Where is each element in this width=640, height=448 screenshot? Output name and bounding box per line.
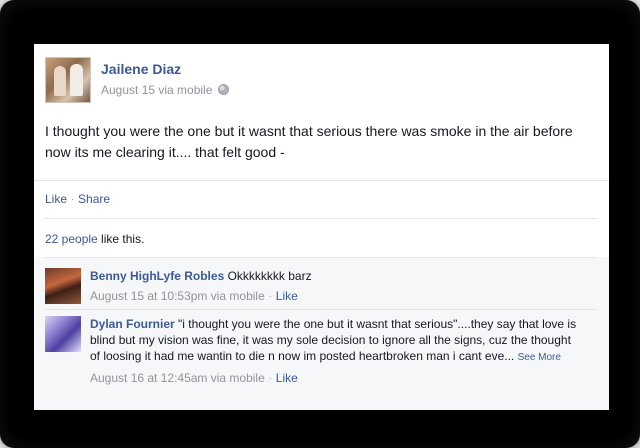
likes-summary: 22 people like this.	[45, 232, 144, 246]
comment-body: Dylan Fournier "i thought you were the o…	[90, 316, 580, 386]
divider	[45, 257, 598, 258]
separator-dot: ·	[268, 291, 272, 301]
commenter-avatar[interactable]	[45, 268, 81, 304]
share-button[interactable]: Share	[78, 192, 110, 206]
comment-timestamp: August 16 at 12:45am via mobile	[90, 371, 265, 385]
post-header: Jailene Diaz August 15 via mobile	[45, 57, 585, 103]
divider	[45, 309, 598, 310]
post-timestamp[interactable]: August 15 via mobile	[101, 83, 212, 97]
post-actions: Like · Share	[45, 192, 110, 206]
separator-dot: ·	[71, 194, 75, 204]
comment-body: Benny HighLyfe Robles Okkkkkkkk barz Aug…	[90, 268, 580, 304]
post-card: Jailene Diaz August 15 via mobile I thou…	[34, 44, 609, 410]
comment-like-button[interactable]: Like	[276, 371, 298, 385]
divider	[45, 218, 598, 219]
comment-meta: August 15 at 10:53pm via mobile · Like	[90, 288, 580, 304]
post-author-name[interactable]: Jailene Diaz	[101, 61, 181, 77]
commenter-avatar[interactable]	[45, 316, 81, 352]
like-button[interactable]: Like	[45, 192, 67, 206]
see-more-link[interactable]: See More	[518, 352, 561, 363]
separator-dot: ·	[268, 373, 272, 383]
comment-text: Okkkkkkkk barz	[224, 269, 312, 283]
likes-count-link[interactable]: 22 people	[45, 232, 98, 246]
comment-meta: August 16 at 12:45am via mobile · Like	[90, 370, 580, 386]
divider	[34, 180, 609, 181]
post-meta: August 15 via mobile	[101, 83, 230, 97]
comment-like-button[interactable]: Like	[276, 289, 298, 303]
avatar-figure	[70, 64, 83, 96]
comment-timestamp: August 15 at 10:53pm via mobile	[90, 289, 265, 303]
avatar-figure	[54, 66, 66, 96]
globe-icon[interactable]	[218, 84, 230, 95]
likes-suffix: like this.	[97, 232, 145, 246]
author-avatar[interactable]	[45, 57, 91, 103]
commenter-name[interactable]: Benny HighLyfe Robles	[90, 269, 224, 283]
post-body-text: I thought you were the one but it wasnt …	[45, 123, 573, 160]
commenter-name[interactable]: Dylan Fournier	[90, 317, 175, 331]
